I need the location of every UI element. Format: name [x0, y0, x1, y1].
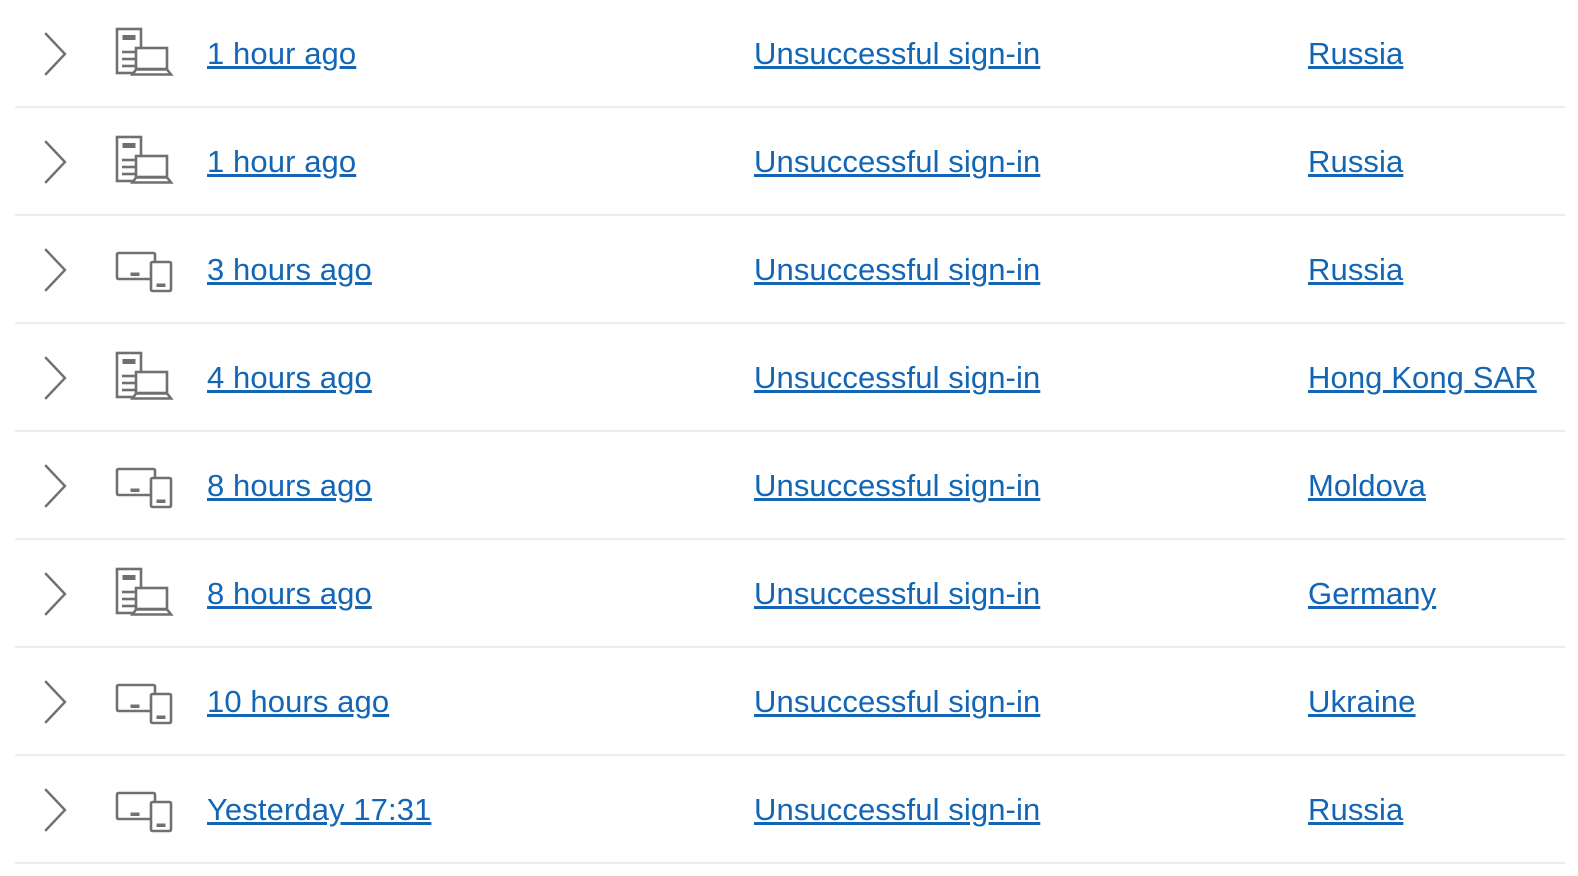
activity-location-cell: Russia — [1308, 792, 1578, 828]
monitor-and-phone-icon — [114, 673, 176, 731]
activity-type-link[interactable]: Unsuccessful sign-in — [754, 360, 1040, 396]
activity-location-cell: Russia — [1308, 252, 1578, 288]
activity-location-link[interactable]: Russia — [1308, 252, 1403, 288]
table-row[interactable]: Yesterday 17:31 Unsuccessful sign-in Russi… — [0, 756, 1578, 864]
table-row[interactable]: 10 hours ago Unsuccessful sign-in Ukraine — [0, 648, 1578, 756]
row-expander-button[interactable] — [0, 463, 108, 509]
activity-time-cell: 4 hours ago — [200, 360, 754, 396]
activity-type-link[interactable]: Unsuccessful sign-in — [754, 144, 1040, 180]
activity-type-link[interactable]: Unsuccessful sign-in — [754, 468, 1040, 504]
activity-location-link[interactable]: Russia — [1308, 36, 1403, 72]
device-icon-cell — [108, 349, 200, 407]
table-row[interactable]: 4 hours ago Unsuccessful sign-in Hong Kong… — [0, 324, 1578, 432]
activity-location-link[interactable]: Hong Kong SAR — [1308, 360, 1537, 396]
activity-location-cell: Russia — [1308, 144, 1578, 180]
monitor-and-phone-icon — [114, 781, 176, 839]
activity-type-cell: Unsuccessful sign-in — [754, 576, 1308, 612]
activity-time-link[interactable]: 3 hours ago — [207, 252, 372, 288]
activity-type-cell: Unsuccessful sign-in — [754, 144, 1308, 180]
table-row[interactable]: 8 hours ago Unsuccessful sign-in Moldova — [0, 432, 1578, 540]
activity-time-link[interactable]: 1 hour ago — [207, 144, 356, 180]
activity-type-cell: Unsuccessful sign-in — [754, 360, 1308, 396]
activity-time-cell: 1 hour ago — [200, 144, 754, 180]
activity-time-link[interactable]: 1 hour ago — [207, 36, 356, 72]
row-expander-button[interactable] — [0, 247, 108, 293]
chevron-right-icon — [41, 679, 71, 725]
desktop-and-laptop-icon — [114, 565, 176, 623]
chevron-right-icon — [41, 31, 71, 77]
activity-time-link[interactable]: 8 hours ago — [207, 576, 372, 612]
activity-type-link[interactable]: Unsuccessful sign-in — [754, 792, 1040, 828]
activity-type-link[interactable]: Unsuccessful sign-in — [754, 684, 1040, 720]
activity-type-cell: Unsuccessful sign-in — [754, 468, 1308, 504]
activity-type-cell: Unsuccessful sign-in — [754, 684, 1308, 720]
device-icon-cell — [108, 133, 200, 191]
activity-location-link[interactable]: Russia — [1308, 144, 1403, 180]
chevron-right-icon — [41, 355, 71, 401]
activity-type-cell: Unsuccessful sign-in — [754, 36, 1308, 72]
device-icon-cell — [108, 673, 200, 731]
activity-type-link[interactable]: Unsuccessful sign-in — [754, 36, 1040, 72]
device-icon-cell — [108, 457, 200, 515]
activity-location-cell: Hong Kong SAR — [1308, 360, 1578, 396]
activity-location-cell: Russia — [1308, 36, 1578, 72]
activity-time-cell: 8 hours ago — [200, 576, 754, 612]
activity-type-cell: Unsuccessful sign-in — [754, 792, 1308, 828]
row-expander-button[interactable] — [0, 679, 108, 725]
chevron-right-icon — [41, 247, 71, 293]
recent-activity-list: 1 hour ago Unsuccessful sign-in Russia 1 ho… — [0, 0, 1578, 864]
activity-time-cell: 10 hours ago — [200, 684, 754, 720]
activity-time-link[interactable]: 8 hours ago — [207, 468, 372, 504]
row-expander-button[interactable] — [0, 355, 108, 401]
monitor-and-phone-icon — [114, 241, 176, 299]
activity-time-link[interactable]: Yesterday 17:31 — [207, 792, 431, 828]
desktop-and-laptop-icon — [114, 25, 176, 83]
row-expander-button[interactable] — [0, 31, 108, 77]
chevron-right-icon — [41, 571, 71, 617]
desktop-and-laptop-icon — [114, 349, 176, 407]
table-row[interactable]: 8 hours ago Unsuccessful sign-in Germany — [0, 540, 1578, 648]
table-row[interactable]: 1 hour ago Unsuccessful sign-in Russia — [0, 0, 1578, 108]
activity-type-link[interactable]: Unsuccessful sign-in — [754, 576, 1040, 612]
activity-time-link[interactable]: 4 hours ago — [207, 360, 372, 396]
activity-time-cell: 3 hours ago — [200, 252, 754, 288]
monitor-and-phone-icon — [114, 457, 176, 515]
table-row[interactable]: 1 hour ago Unsuccessful sign-in Russia — [0, 108, 1578, 216]
activity-location-cell: Germany — [1308, 576, 1578, 612]
activity-location-cell: Moldova — [1308, 468, 1578, 504]
activity-time-cell: 1 hour ago — [200, 36, 754, 72]
activity-time-link[interactable]: 10 hours ago — [207, 684, 389, 720]
activity-location-link[interactable]: Germany — [1308, 576, 1436, 612]
device-icon-cell — [108, 781, 200, 839]
chevron-right-icon — [41, 787, 71, 833]
table-row[interactable]: 3 hours ago Unsuccessful sign-in Russia — [0, 216, 1578, 324]
device-icon-cell — [108, 241, 200, 299]
activity-type-link[interactable]: Unsuccessful sign-in — [754, 252, 1040, 288]
device-icon-cell — [108, 25, 200, 83]
row-expander-button[interactable] — [0, 787, 108, 833]
activity-location-cell: Ukraine — [1308, 684, 1578, 720]
activity-time-cell: 8 hours ago — [200, 468, 754, 504]
activity-type-cell: Unsuccessful sign-in — [754, 252, 1308, 288]
chevron-right-icon — [41, 139, 71, 185]
row-expander-button[interactable] — [0, 139, 108, 185]
activity-time-cell: Yesterday 17:31 — [200, 792, 754, 828]
activity-location-link[interactable]: Moldova — [1308, 468, 1426, 504]
device-icon-cell — [108, 565, 200, 623]
activity-location-link[interactable]: Ukraine — [1308, 684, 1416, 720]
row-expander-button[interactable] — [0, 571, 108, 617]
desktop-and-laptop-icon — [114, 133, 176, 191]
activity-location-link[interactable]: Russia — [1308, 792, 1403, 828]
chevron-right-icon — [41, 463, 71, 509]
